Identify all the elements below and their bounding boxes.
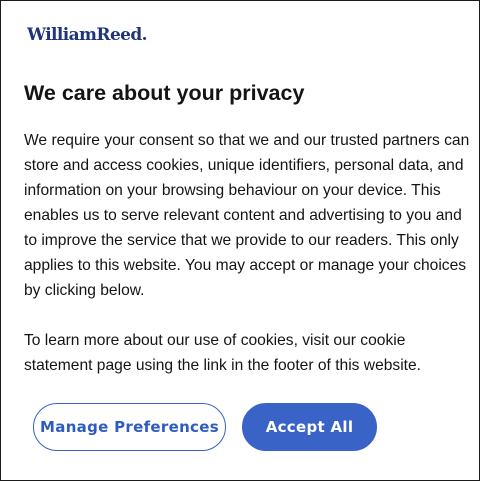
manage-preferences-button[interactable]: Manage Preferences (33, 403, 226, 451)
consent-description: We require your consent so that we and o… (24, 132, 470, 299)
cookie-consent-dialog: WilliamReed. We care about your privacy … (0, 0, 480, 481)
cookie-statement-note: To learn more about our use of cookies, … (24, 332, 422, 374)
accept-all-button[interactable]: Accept All (242, 403, 377, 451)
dialog-title: We care about your privacy (24, 81, 305, 105)
william-reed-logo: WilliamReed. (27, 25, 148, 45)
